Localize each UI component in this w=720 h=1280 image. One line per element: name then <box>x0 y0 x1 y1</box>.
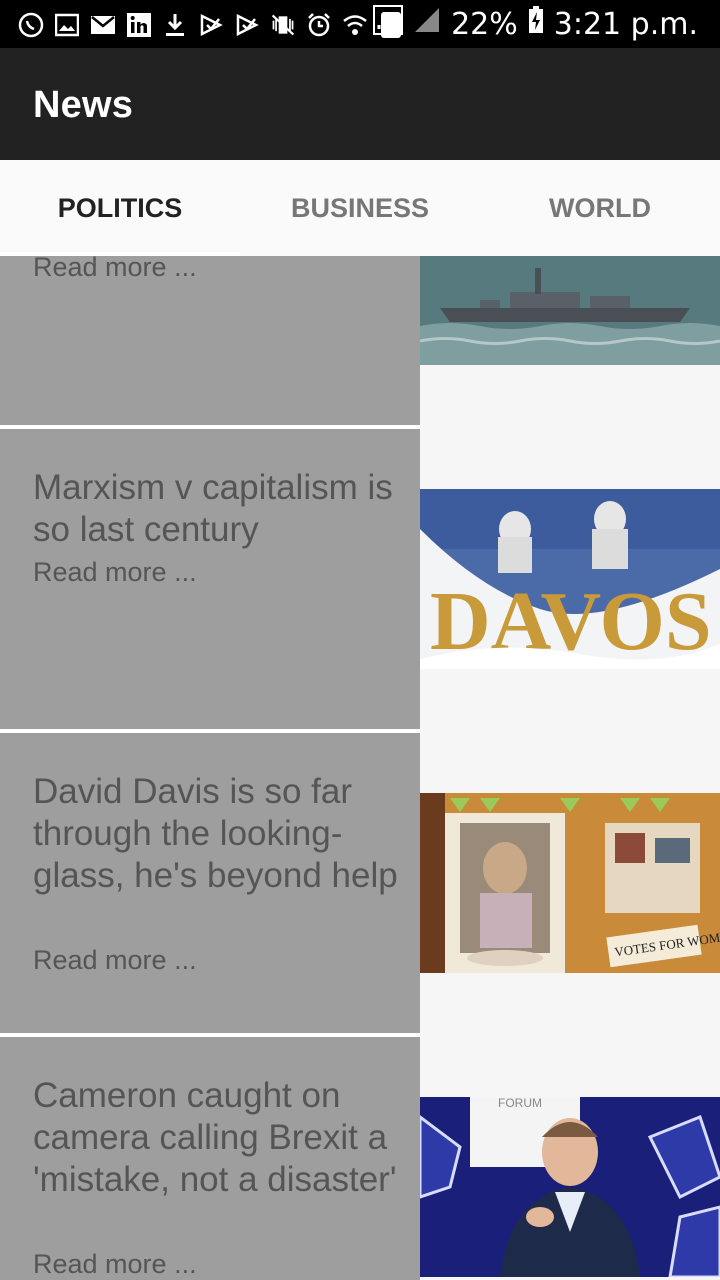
tab-bar: POLITICS BUSINESS WORLD <box>0 160 720 256</box>
linkedin-icon <box>126 12 152 38</box>
battery-charging-icon <box>528 6 544 42</box>
davos-sign-image[interactable]: DAVOS <box>420 489 720 669</box>
article-title[interactable]: David Davis is so far through the lookin… <box>33 771 403 897</box>
mail-icon <box>90 12 116 38</box>
article-title[interactable]: Cameron caught on camera calling Brexit … <box>33 1075 403 1201</box>
wifi-icon <box>342 12 368 38</box>
read-more-link[interactable]: Read more ... <box>33 1249 197 1280</box>
app-title: News <box>33 84 134 126</box>
notification-icons <box>18 10 404 40</box>
cameron-forum-image[interactable]: FORUM <box>420 1097 720 1277</box>
article-title[interactable]: Marxism v capitalism is so last century <box>33 467 403 551</box>
tab-politics[interactable]: POLITICS <box>0 160 240 256</box>
play-store-icon <box>198 12 224 38</box>
article-card[interactable]: David Davis is so far through the lookin… <box>0 733 420 1033</box>
article-card[interactable]: Cameron caught on camera calling Brexit … <box>0 1037 420 1280</box>
signal-icon <box>373 5 404 43</box>
download-icon <box>162 12 188 38</box>
suffragette-exhibit-image[interactable]: VOTES FOR WOMEN <box>420 793 720 973</box>
status-right: 22% 3:21 p.m. <box>373 5 698 43</box>
forum-text: FORUM <box>498 1097 542 1110</box>
app-bar: News <box>0 48 720 160</box>
alarm-icon <box>306 12 332 38</box>
clock: 3:21 p.m. <box>553 6 698 42</box>
status-bar: 22% 3:21 p.m. <box>0 0 720 48</box>
tab-world[interactable]: WORLD <box>480 160 720 256</box>
battery-percent: 22% <box>451 6 518 42</box>
gallery-icon <box>54 12 80 38</box>
play-store-icon <box>234 12 260 38</box>
whatsapp-icon <box>18 12 44 38</box>
read-more-link[interactable]: Read more ... <box>33 557 197 588</box>
article-card[interactable]: Read more ... <box>0 256 420 425</box>
signal-icon <box>413 6 441 42</box>
read-more-link[interactable]: Read more ... <box>33 256 197 283</box>
read-more-link[interactable]: Read more ... <box>33 945 197 976</box>
article-card[interactable]: Marxism v capitalism is so last century … <box>0 429 420 729</box>
tab-business[interactable]: BUSINESS <box>240 160 480 256</box>
article-list[interactable]: Read more ... Marxism v capitalism is so… <box>0 256 720 1280</box>
warship-image[interactable] <box>420 256 720 365</box>
vibrate-off-icon <box>270 12 296 38</box>
